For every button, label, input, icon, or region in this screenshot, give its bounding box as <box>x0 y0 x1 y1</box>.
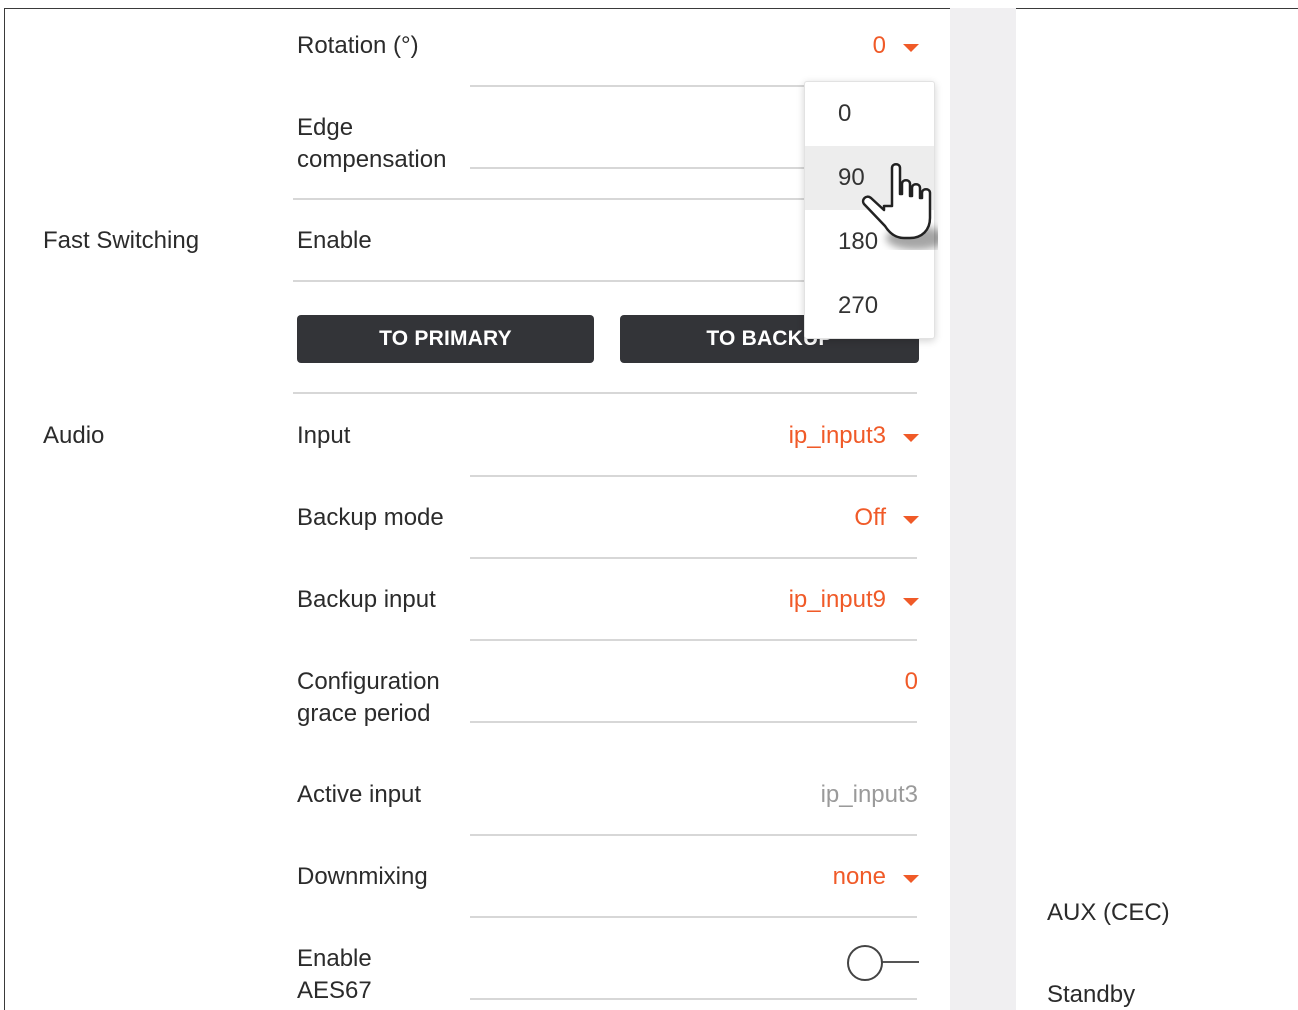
hand-pointer-icon <box>861 163 938 250</box>
downmixing-value[interactable]: none <box>833 861 886 893</box>
toggle-knob[interactable] <box>847 945 883 981</box>
active-input-label: Active input <box>297 781 422 808</box>
row-divider <box>470 834 917 836</box>
caret-down-icon[interactable] <box>903 434 919 442</box>
to-primary-button[interactable]: TO PRIMARY <box>297 315 594 363</box>
input-label: Input <box>297 422 351 449</box>
dropdown-option-0[interactable]: 0 <box>805 82 934 146</box>
settings-frame <box>4 8 1298 1010</box>
edge-compensation-label: Edge compensation <box>297 114 447 173</box>
row-divider <box>470 557 917 559</box>
aes67-label: Enable AES67 <box>297 945 372 1004</box>
column-divider <box>950 8 1016 1010</box>
downmixing-label: Downmixing <box>297 863 428 890</box>
rotation-label: Rotation (°) <box>297 32 419 59</box>
row-divider <box>470 916 917 918</box>
aux-cec-label: AUX (CEC) <box>1047 899 1170 926</box>
caret-down-icon[interactable] <box>903 44 919 52</box>
dropdown-option-270[interactable]: 270 <box>805 274 934 338</box>
standby-label: Standby <box>1047 981 1136 1008</box>
section-divider <box>293 392 917 394</box>
fast-switching-section-title: Fast Switching <box>43 227 200 254</box>
row-divider <box>470 721 917 723</box>
caret-down-icon[interactable] <box>903 516 919 524</box>
input-value[interactable]: ip_input3 <box>789 420 886 452</box>
backup-mode-label: Backup mode <box>297 504 444 531</box>
row-divider <box>470 998 917 1000</box>
rotation-value[interactable]: 0 <box>873 30 886 62</box>
row-divider <box>470 639 917 641</box>
grace-period-value[interactable]: 0 <box>905 666 918 698</box>
enable-label: Enable <box>297 227 372 254</box>
backup-input-label: Backup input <box>297 586 436 613</box>
backup-input-value[interactable]: ip_input9 <box>789 584 886 616</box>
active-input-value: ip_input3 <box>820 781 918 808</box>
caret-down-icon[interactable] <box>903 598 919 606</box>
audio-section-title: Audio <box>43 422 105 449</box>
grace-period-label: Configuration grace period <box>297 668 440 727</box>
aes67-toggle[interactable] <box>847 945 919 981</box>
row-divider <box>470 475 917 477</box>
caret-down-icon[interactable] <box>903 875 919 883</box>
backup-mode-value[interactable]: Off <box>854 502 886 534</box>
